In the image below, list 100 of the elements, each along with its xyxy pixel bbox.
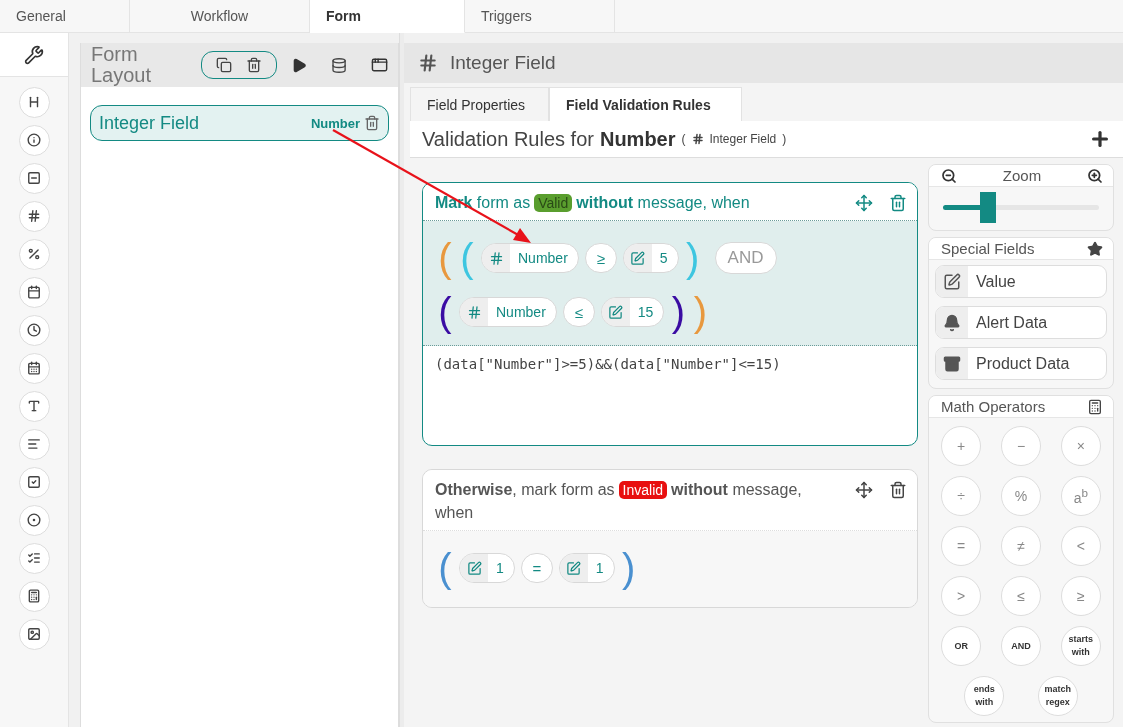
trash-icon[interactable] — [889, 481, 907, 499]
parenthesis: ( — [681, 132, 686, 146]
status-badge: Invalid — [618, 481, 668, 499]
palette-button[interactable] — [18, 542, 50, 574]
star-icon — [1087, 240, 1103, 257]
operator-button[interactable]: + — [941, 426, 982, 466]
operator-button[interactable]: % — [1001, 476, 1041, 516]
archive-icon — [943, 354, 961, 373]
rule-text: Otherwise, mark form as — [435, 481, 615, 498]
hash-icon — [466, 304, 482, 320]
palette-button[interactable] — [18, 314, 50, 346]
tab[interactable]: Triggers — [465, 0, 615, 32]
field-label: Integer Field — [709, 132, 777, 146]
database-icon[interactable] — [330, 56, 347, 74]
tab[interactable]: Field Properties — [410, 87, 549, 121]
hash-icon — [488, 250, 504, 266]
palette-button[interactable] — [18, 390, 50, 422]
value-chip[interactable]: 1 — [558, 553, 615, 583]
rule-text: without message, — [576, 194, 707, 211]
window-icon[interactable] — [370, 56, 388, 74]
operator-button[interactable]: ≠ — [1001, 526, 1041, 566]
trash-icon[interactable] — [245, 57, 262, 73]
tab[interactable]: Form — [310, 0, 465, 33]
parenthesis: ) — [684, 235, 701, 281]
calculator-icon — [1087, 398, 1103, 415]
palette-button[interactable] — [18, 200, 50, 232]
hash-icon — [27, 209, 41, 223]
rule-text: without message, — [671, 481, 802, 498]
field-chip[interactable]: Number — [481, 243, 579, 273]
operator-chip[interactable]: ≥ — [584, 243, 617, 273]
trash-icon[interactable] — [364, 115, 380, 131]
palette-button[interactable] — [18, 466, 50, 498]
value-chip[interactable]: 5 — [622, 243, 679, 273]
operator-button[interactable]: < — [1060, 526, 1101, 566]
radio-icon — [27, 513, 41, 527]
palette-button[interactable] — [18, 428, 50, 460]
tab[interactable]: Field Validation Rules — [549, 87, 742, 121]
calendar-icon — [27, 285, 41, 299]
edit-icon — [466, 560, 482, 576]
wrench-icon[interactable] — [24, 44, 44, 65]
operator-button[interactable]: × — [1060, 426, 1101, 466]
operator-button[interactable]: − — [1001, 426, 1041, 466]
operator-button[interactable]: = — [941, 526, 982, 566]
form-field-item[interactable]: Integer Field Number — [90, 105, 389, 141]
palette-button[interactable] — [18, 276, 50, 308]
hash-icon — [691, 133, 704, 145]
letter-icon — [27, 399, 41, 413]
field-label: Integer Field — [99, 112, 201, 134]
rule-text: when — [435, 504, 474, 521]
operator-button[interactable]: match regex — [1037, 676, 1078, 716]
palette-button[interactable] — [18, 504, 50, 536]
parenthesis: ( — [437, 235, 453, 281]
rules-field-name: Number — [599, 127, 676, 151]
palette-button[interactable] — [18, 618, 50, 650]
operator-button[interactable]: OR — [941, 626, 982, 666]
parenthesis: ( — [437, 545, 453, 591]
minus-box-icon — [27, 171, 41, 185]
parenthesis: ) — [692, 289, 709, 335]
move-icon[interactable] — [855, 481, 873, 499]
edit-icon — [630, 250, 646, 266]
zoom-in-icon[interactable] — [1087, 167, 1103, 184]
zoom-out-icon[interactable] — [941, 167, 957, 184]
checkbox-icon — [27, 475, 41, 489]
tab[interactable]: General — [0, 0, 130, 32]
value-chip[interactable]: 1 — [459, 553, 515, 583]
palette-button[interactable] — [18, 162, 50, 194]
special-field-item[interactable]: Value — [935, 265, 1107, 298]
palette-button[interactable] — [18, 352, 50, 384]
slider-thumb[interactable] — [980, 192, 997, 223]
operator-button[interactable]: ≤ — [1001, 576, 1041, 616]
operator-button[interactable]: starts with — [1060, 626, 1101, 666]
copy-icon[interactable] — [215, 57, 232, 73]
special-field-item[interactable]: Product Data — [935, 347, 1107, 380]
add-icon[interactable] — [1089, 128, 1111, 150]
card-title: Math Operators — [941, 398, 1046, 415]
palette-button[interactable] — [18, 580, 50, 612]
value-chip[interactable]: 15 — [600, 297, 665, 327]
operator-button[interactable]: a$^{b}$ — [1060, 476, 1101, 516]
field-title: Integer Field — [450, 52, 556, 74]
trash-icon[interactable] — [889, 194, 907, 212]
operator-button[interactable]: ÷ — [941, 476, 982, 516]
logic-chip[interactable]: AND — [714, 242, 777, 274]
palette-button[interactable] — [18, 238, 50, 270]
edit-icon — [566, 560, 582, 576]
palette-button[interactable] — [18, 124, 50, 156]
operator-button[interactable]: ends with — [964, 676, 1005, 716]
bell-icon — [943, 313, 961, 332]
palette-button[interactable] — [18, 86, 50, 118]
special-field-item[interactable]: Alert Data — [935, 306, 1107, 339]
operator-button[interactable]: > — [941, 576, 982, 616]
status-badge: Valid — [534, 194, 573, 212]
rules-title: Validation Rules for — [422, 127, 594, 151]
move-icon[interactable] — [855, 194, 873, 212]
operator-button[interactable]: ≥ — [1060, 576, 1101, 616]
parenthesis: ) — [620, 545, 637, 591]
operator-chip[interactable]: ≤ — [562, 297, 595, 327]
operator-chip[interactable]: = — [520, 553, 553, 583]
operator-button[interactable]: AND — [1001, 626, 1041, 666]
field-chip[interactable]: Number — [459, 297, 557, 327]
rule-text: when — [711, 194, 750, 211]
